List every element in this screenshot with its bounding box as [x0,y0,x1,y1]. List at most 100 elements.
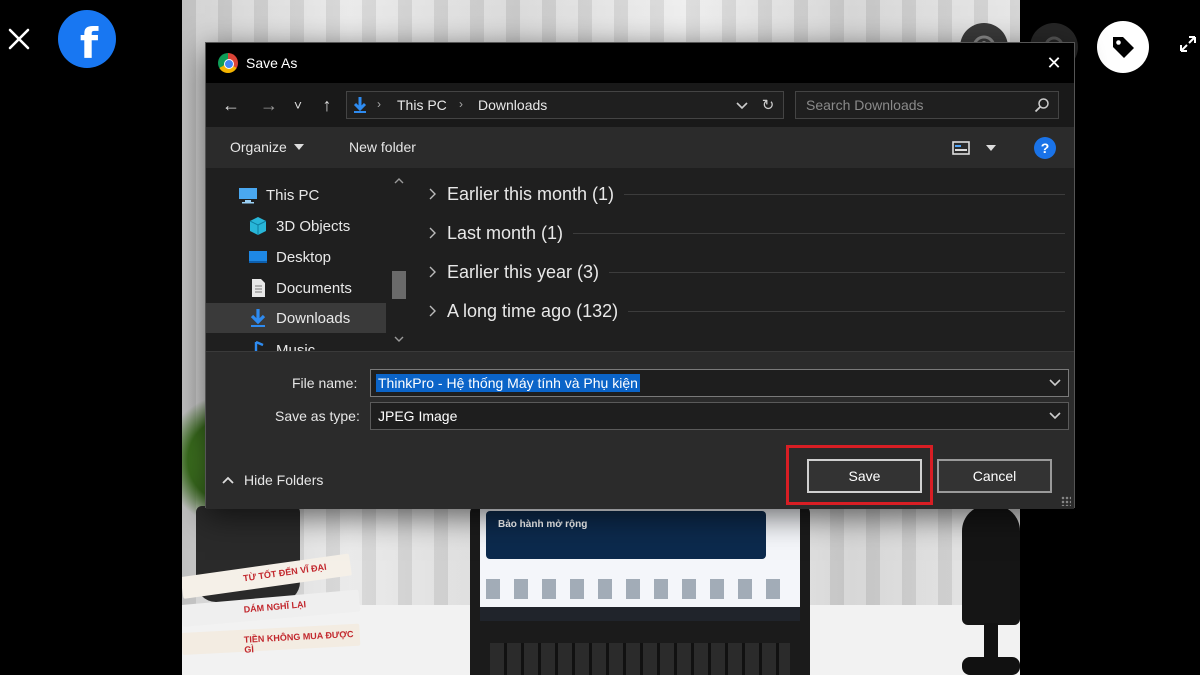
help-button[interactable]: ? [1034,137,1056,159]
group-label: Earlier this month (1) [447,183,615,204]
search-box[interactable] [795,91,1059,119]
new-folder-button[interactable]: New folder [349,139,416,155]
nav-item-label: 3D Objects [276,217,351,235]
tag-icon [1113,37,1134,58]
dialog-close-button[interactable]: ✕ [1038,47,1070,79]
refresh-button[interactable]: ↻ [757,94,779,116]
address-row: ← → ˅ ↑ › This PC › Downloads ↻ Search D… [206,83,1074,127]
laptop-screen-icons [486,579,786,599]
music-icon [254,340,264,351]
desktop-icon [249,251,267,263]
scroll-up-button[interactable] [391,173,407,189]
file-name-dropdown-button[interactable] [1046,374,1064,392]
save-button[interactable]: Save [807,459,922,493]
caret-down-icon [986,145,996,151]
group-a-long-time-ago[interactable]: A long time ago (132) [425,297,1065,325]
close-icon: ✕ [1046,52,1062,73]
refresh-icon: ↻ [761,97,775,114]
breadcrumb-downloads[interactable]: Downloads [478,97,547,113]
nav-item-this-pc[interactable]: This PC [206,180,386,210]
scroll-down-button[interactable] [391,331,407,347]
nav-item-desktop[interactable]: Desktop [206,242,386,272]
group-earlier-this-month[interactable]: Earlier this month (1) [425,180,1065,208]
hide-folders-label: Hide Folders [244,472,324,488]
file-name-field[interactable]: ThinkPro - Hệ thống Máy tính và Phụ kiện [370,369,1069,397]
command-toolbar: Organize New folder ? [206,127,1074,169]
new-folder-label: New folder [349,139,416,155]
scrollbar-thumb[interactable] [392,271,406,299]
documents-icon [252,279,265,297]
caret-down-icon [293,144,304,150]
chevron-down-icon [736,102,748,110]
book: TIỀN KHÔNG MUA ĐƯỢC GÌ [182,623,361,655]
microphone-base [962,657,1020,675]
close-viewer-button[interactable] [4,24,34,54]
group-earlier-this-year[interactable]: Earlier this year (3) [425,258,1065,286]
chevron-right-icon [429,188,436,200]
chevron-right-icon [429,227,436,239]
breadcrumb-separator: › [459,97,463,111]
chevron-up-icon [222,476,234,484]
expand-icon [1180,36,1196,52]
save-as-type-value: JPEG Image [378,408,458,424]
search-input[interactable] [806,96,1026,114]
dialog-titlebar: Save As ✕ [206,43,1074,83]
chevron-down-icon [394,336,404,342]
nav-item-label: Downloads [276,309,351,327]
file-name-label: File name: [292,375,358,391]
view-options-icon [952,141,970,155]
downloads-icon [250,309,266,327]
laptop-keyboard [490,643,790,675]
group-label: A long time ago (132) [447,300,619,321]
nav-item-music[interactable]: Music [206,335,386,351]
organize-button[interactable]: Organize [230,139,304,155]
group-label: Last month (1) [447,222,564,243]
dialog-title: Save As [246,55,298,71]
close-icon [8,28,30,50]
laptop-taskbar [480,607,800,621]
group-label: Earlier this year (3) [447,261,600,282]
address-bar[interactable]: › This PC › Downloads ↻ [346,91,784,119]
resize-grip[interactable] [1061,496,1071,506]
organize-label: Organize [230,139,287,155]
group-last-month[interactable]: Last month (1) [425,219,1065,247]
nav-item-label: Desktop [276,248,332,266]
change-view-button[interactable] [952,138,1000,158]
hide-folders-button[interactable]: Hide Folders [222,472,323,488]
chevron-down-icon: ˅ [293,97,303,113]
forward-button[interactable]: → [258,92,280,118]
breadcrumb-separator: › [377,97,381,111]
chevron-right-icon [429,266,436,278]
3d-objects-icon [249,217,267,235]
address-dropdown-button[interactable] [733,96,751,116]
expand-button[interactable] [1176,32,1200,56]
facebook-logo[interactable]: f [58,10,116,68]
help-icon: ? [1040,140,1050,156]
laptop: Bảo hành mở rộng [470,505,810,675]
recent-locations-button[interactable]: ˅ [290,92,306,118]
cancel-button[interactable]: Cancel [937,459,1052,493]
nav-item-downloads[interactable]: Downloads [206,303,386,333]
save-as-type-dropdown-button[interactable] [1046,407,1064,425]
save-form-area: File name: ThinkPro - Hệ thống Máy tính … [206,351,1074,509]
chevron-down-icon [1049,379,1061,387]
save-as-type-select[interactable]: JPEG Image [370,402,1069,430]
chevron-up-icon [394,178,404,184]
file-name-value[interactable]: ThinkPro - Hệ thống Máy tính và Phụ kiện [376,374,640,392]
nav-item-label: Music [276,341,316,352]
navigation-pane-scrollbar[interactable] [388,169,410,351]
laptop-banner-text: Bảo hành mở rộng [498,519,588,530]
breadcrumb-this-pc[interactable]: This PC [397,97,447,113]
microphone [962,505,1020,675]
back-button[interactable]: ← [220,92,242,118]
up-button[interactable]: ↑ [316,92,338,118]
chrome-icon [218,53,238,73]
nav-item-documents[interactable]: Documents [206,273,386,303]
file-list-pane: Earlier this month (1) Last month (1) Ea… [411,169,1074,351]
nav-item-3d-objects[interactable]: 3D Objects [206,211,386,241]
save-as-type-label: Save as type: [275,408,360,424]
laptop-screen-banner: Bảo hành mở rộng [486,511,766,559]
tag-photo-button[interactable] [1097,21,1149,73]
back-arrow-icon: ← [222,94,240,115]
up-arrow-icon: ↑ [322,94,332,115]
